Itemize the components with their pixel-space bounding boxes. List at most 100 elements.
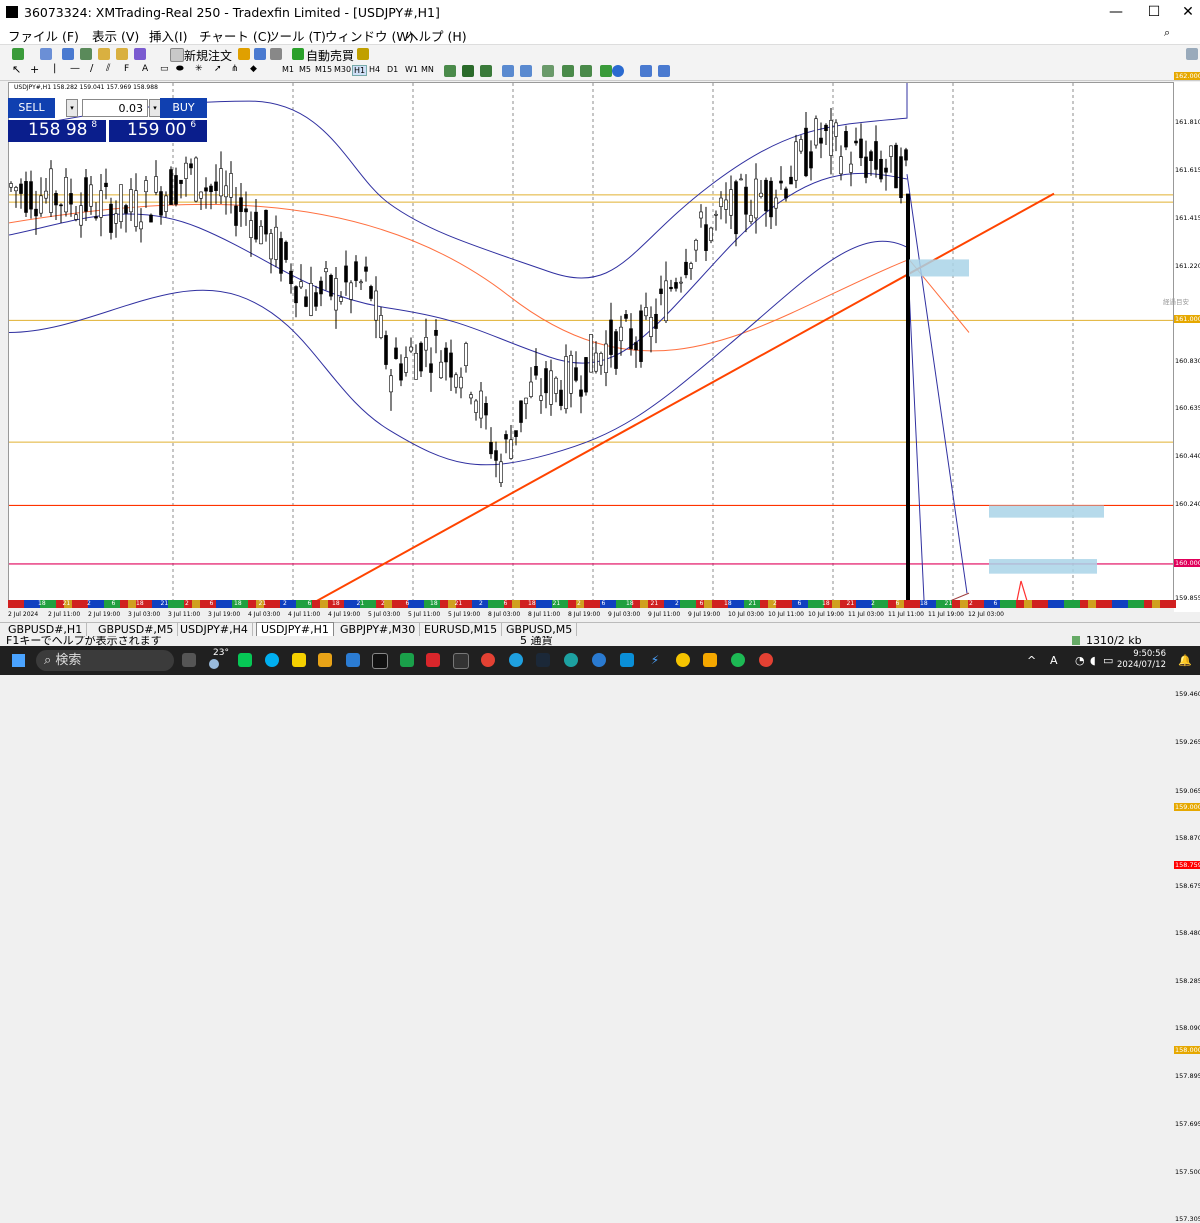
terminal-icon[interactable]: [116, 48, 128, 60]
properties-icon[interactable]: [658, 65, 670, 77]
tray-a-icon[interactable]: A: [1050, 654, 1058, 667]
notification-icon[interactable]: 🔔: [1178, 654, 1192, 667]
timeframe-m5[interactable]: M5: [299, 65, 311, 74]
weather-icon[interactable]: [209, 659, 219, 669]
app-teal-icon[interactable]: [564, 653, 578, 667]
timeframe-m1[interactable]: M1: [282, 65, 294, 74]
menu-window[interactable]: ウィンドウ (W): [325, 26, 414, 45]
tray-chevron-icon[interactable]: ^: [1027, 654, 1036, 667]
text-icon[interactable]: A: [142, 64, 148, 74]
app-orange-icon[interactable]: [703, 653, 717, 667]
line-chart-icon[interactable]: [480, 65, 492, 77]
gann-icon[interactable]: ✳: [195, 64, 203, 74]
chart-tab[interactable]: GBPUSD,M5: [502, 623, 578, 636]
timeframe-d1[interactable]: D1: [387, 65, 398, 74]
metaeditor-icon[interactable]: [238, 48, 250, 60]
battery-icon[interactable]: ▭: [1103, 654, 1113, 667]
trendline-icon[interactable]: /: [90, 63, 93, 74]
new-order-icon[interactable]: [170, 48, 184, 62]
sell-price[interactable]: 158 98 8: [8, 120, 106, 142]
chart-shift-icon[interactable]: [580, 65, 592, 77]
minimize-button[interactable]: —: [1096, 2, 1136, 22]
templates-icon[interactable]: [640, 65, 652, 77]
vertical-line-icon[interactable]: |: [53, 63, 56, 74]
line-app-icon[interactable]: [238, 653, 252, 667]
autoscroll-icon[interactable]: [562, 65, 574, 77]
timeframe-mn[interactable]: MN: [421, 65, 434, 74]
fx-app-icon[interactable]: [426, 653, 440, 667]
horizontal-line-icon[interactable]: —: [70, 63, 80, 74]
cursor-icon[interactable]: ↖: [12, 63, 21, 76]
taskbar-clock[interactable]: 9:50:56 2024/07/12: [1117, 649, 1166, 671]
menu-insert[interactable]: 挿入(I): [149, 26, 187, 45]
shapes-icon[interactable]: ◆: [250, 64, 257, 74]
zoom-out-icon[interactable]: [520, 65, 532, 77]
taskbar-search[interactable]: ⌕ 検索: [36, 650, 174, 671]
signals-icon[interactable]: [254, 48, 266, 60]
volume-icon[interactable]: ◖: [1090, 654, 1096, 667]
edge-icon[interactable]: [509, 653, 523, 667]
crosshair-icon[interactable]: +: [30, 63, 39, 76]
timeframe-m15[interactable]: M15: [315, 65, 332, 74]
timeframe-h4[interactable]: H4: [369, 65, 380, 74]
price-chart[interactable]: [8, 82, 1174, 602]
options-icon[interactable]: [357, 48, 369, 60]
arrow-icon[interactable]: ➚: [214, 64, 222, 74]
app-blue2-icon[interactable]: [620, 653, 634, 667]
app-dark-icon[interactable]: [453, 653, 469, 669]
timeframe-h1[interactable]: H1: [352, 65, 368, 76]
candlestick-icon[interactable]: [462, 65, 474, 77]
chrome-icon[interactable]: [481, 653, 495, 667]
xm-icon[interactable]: [372, 653, 388, 669]
menu-chart[interactable]: チャート (C): [199, 26, 271, 45]
app-blue-icon[interactable]: [592, 653, 606, 667]
close-button[interactable]: ✕: [1168, 2, 1200, 22]
chart-tab[interactable]: USDJPY#,H4: [176, 623, 253, 636]
rectangle-icon[interactable]: ▭: [160, 64, 169, 74]
steam-icon[interactable]: [536, 653, 550, 667]
wifi-icon[interactable]: ◔: [1075, 654, 1085, 667]
chrome-profile-icon[interactable]: [759, 653, 773, 667]
tester-icon[interactable]: [134, 48, 146, 60]
chart-tab[interactable]: GBPUSD#,M5: [94, 623, 179, 636]
account-icon[interactable]: [1186, 48, 1198, 60]
navigator-icon[interactable]: [98, 48, 110, 60]
skype-icon[interactable]: [265, 653, 279, 667]
search-icon[interactable]: ⌕: [1164, 26, 1170, 40]
task-view-icon[interactable]: [182, 653, 196, 667]
channel-icon[interactable]: ⫽: [106, 63, 110, 74]
bar-chart-icon[interactable]: [444, 65, 456, 77]
start-icon[interactable]: [12, 654, 25, 667]
lightning-icon[interactable]: ⚡: [648, 653, 662, 667]
chart-tab[interactable]: GBPUSD#,H1: [4, 623, 88, 636]
zoom-in-icon[interactable]: [502, 65, 514, 77]
chart-tab[interactable]: GBPJPY#,M30: [336, 623, 421, 636]
pitchfork-icon[interactable]: ⋔: [231, 64, 239, 74]
norton-icon[interactable]: [292, 653, 306, 667]
menu-help[interactable]: ヘルプ (H): [406, 26, 467, 45]
app-green-icon[interactable]: [400, 653, 414, 667]
new-chart-icon[interactable]: [12, 48, 24, 60]
menu-file[interactable]: ファイル (F): [8, 26, 79, 45]
lot-size-input[interactable]: 0.03: [82, 99, 148, 117]
file-explorer-icon[interactable]: [318, 653, 332, 667]
periods-icon[interactable]: [612, 65, 624, 77]
data-window-icon[interactable]: [80, 48, 92, 60]
tile-icon[interactable]: [542, 65, 554, 77]
indicators-icon[interactable]: [600, 65, 612, 77]
timeframe-w1[interactable]: W1: [405, 65, 418, 74]
menu-tools[interactable]: ツール (T): [267, 26, 326, 45]
lot-decrease-button[interactable]: ▾: [66, 99, 78, 117]
chart-tab[interactable]: USDJPY#,H1: [256, 622, 334, 637]
market-icon[interactable]: [270, 48, 282, 60]
chart-tab[interactable]: EURUSD,M15: [420, 623, 503, 636]
menu-view[interactable]: 表示 (V): [92, 26, 139, 45]
market-watch-icon[interactable]: [62, 48, 74, 60]
ellipse-icon[interactable]: ⬬: [176, 64, 184, 74]
app-yellow-icon[interactable]: [676, 653, 690, 667]
auto-trade-icon[interactable]: [292, 48, 304, 60]
buy-button[interactable]: BUY: [160, 98, 207, 118]
profiles-icon[interactable]: [40, 48, 52, 60]
sell-button[interactable]: SELL: [8, 98, 55, 118]
word-icon[interactable]: [346, 653, 360, 667]
